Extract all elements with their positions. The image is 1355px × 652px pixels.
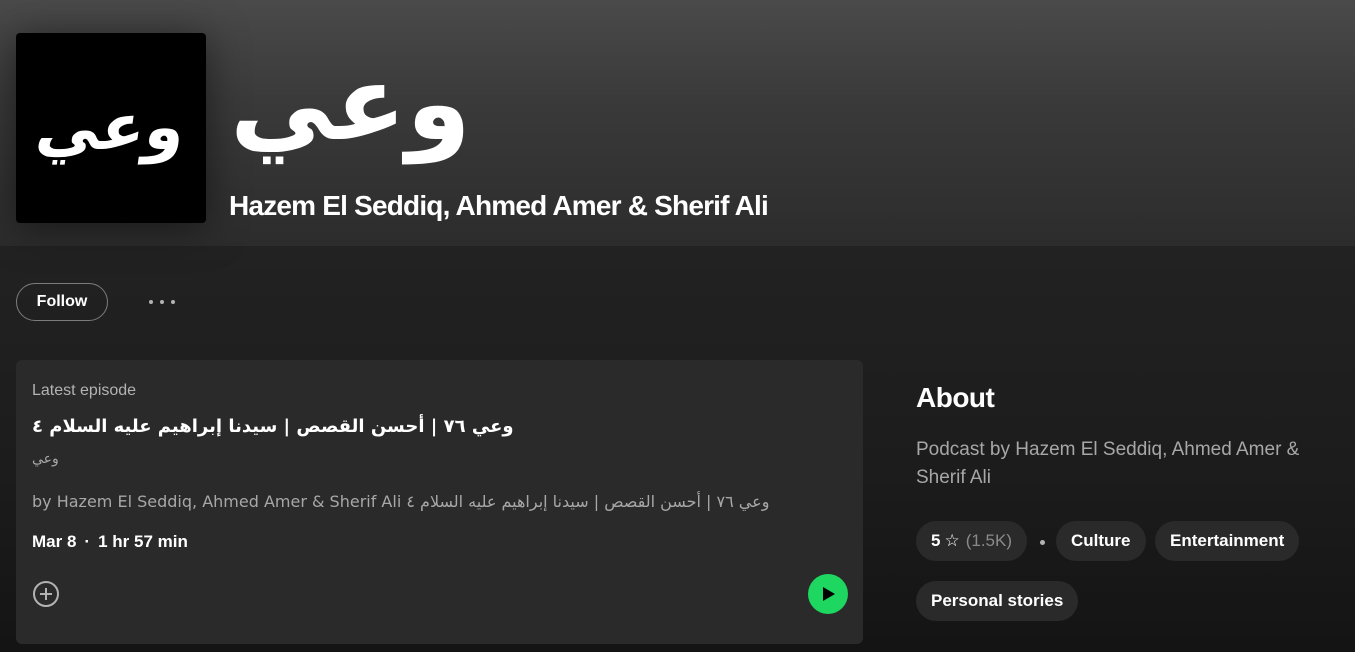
play-icon	[823, 587, 835, 601]
category-chip-personal-stories[interactable]: Personal stories	[916, 581, 1079, 621]
episode-show-name[interactable]: وعي	[32, 451, 59, 467]
podcast-authors[interactable]: Hazem El Seddiq, Ahmed Amer & Sherif Ali	[229, 190, 769, 222]
rating-value: 5	[931, 531, 941, 550]
cover-logo-text: وعي	[31, 91, 191, 165]
about-heading: About	[916, 382, 995, 413]
meta-separator: ·	[84, 532, 91, 551]
category-chip-entertainment[interactable]: Entertainment	[1155, 521, 1300, 561]
podcast-cover-image: وعي	[16, 33, 206, 223]
rating-count: (1.5K)	[965, 531, 1013, 550]
chip-separator-dot	[1040, 540, 1045, 545]
episode-duration: 1 hr 57 min	[98, 532, 188, 551]
latest-episode-card[interactable]: Latest episode وعي ٧٦ | أحسن القصص | سيد…	[16, 360, 863, 644]
follow-button[interactable]: Follow	[16, 283, 108, 321]
episode-date: Mar 8	[32, 532, 77, 551]
more-dot	[171, 300, 175, 304]
play-button[interactable]	[808, 574, 848, 614]
add-circle-icon[interactable]	[32, 580, 60, 608]
latest-episode-label: Latest episode	[32, 382, 137, 399]
about-description: Podcast by Hazem El Seddiq, Ahmed Amer &…	[916, 439, 1300, 488]
episode-title[interactable]: وعي ٧٦ | أحسن القصص | سيدنا إبراهيم عليه…	[32, 416, 514, 437]
more-dot	[160, 300, 164, 304]
star-icon: ☆	[944, 531, 960, 550]
podcast-title: وعي	[230, 42, 473, 164]
rating-badge[interactable]: 5 ☆ (1.5K)	[916, 521, 1028, 561]
category-chip-culture[interactable]: Culture	[1056, 521, 1146, 561]
episode-description: وعي ٧٦ | أحسن القصص | سيدنا إبراهيم عليه…	[32, 492, 770, 511]
more-dot	[149, 300, 153, 304]
episode-meta: Mar 8 · 1 hr 57 min	[32, 532, 188, 552]
more-options-icon[interactable]	[140, 288, 184, 316]
